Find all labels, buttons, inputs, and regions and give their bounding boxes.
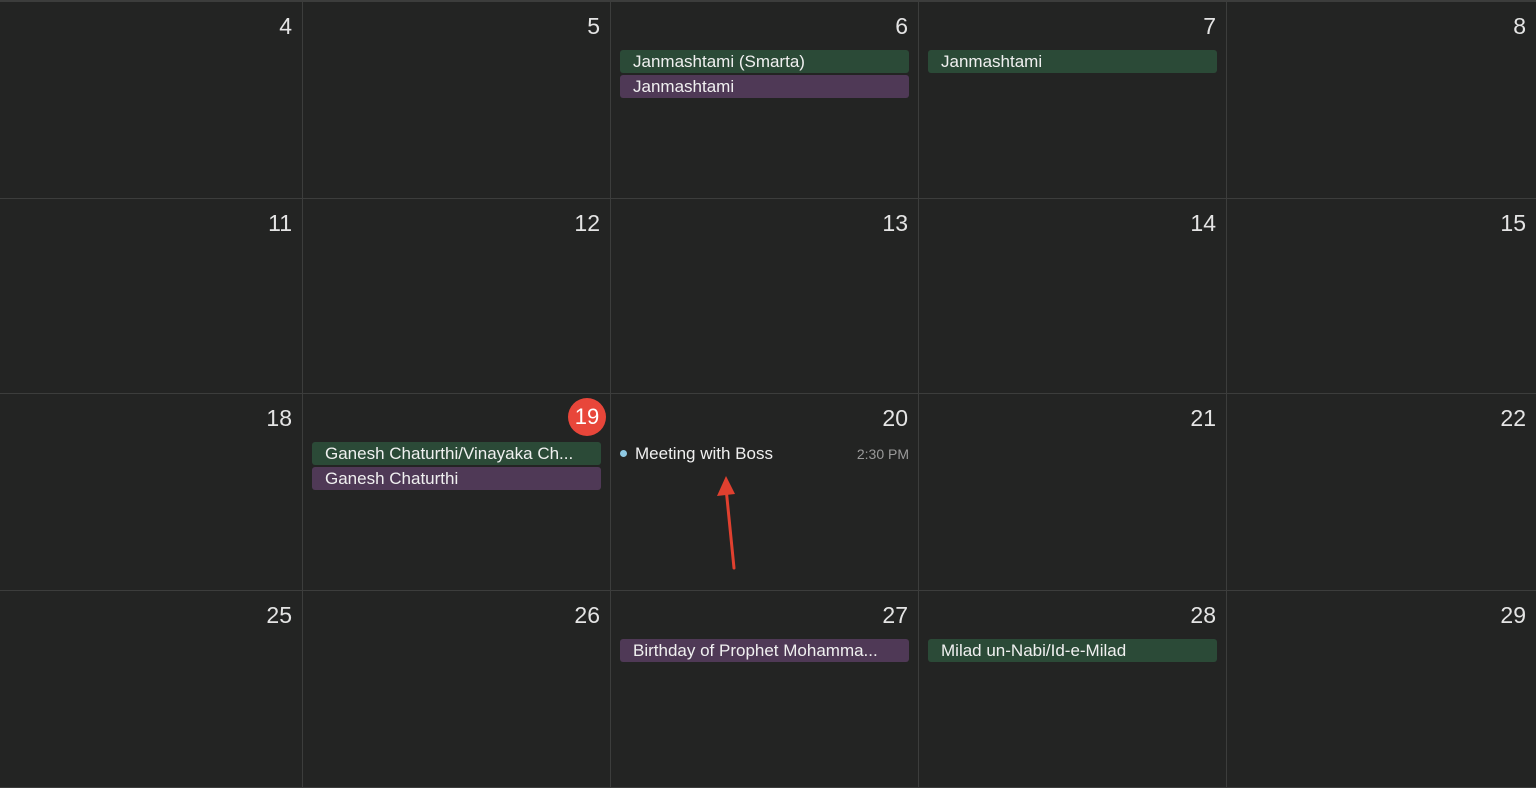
day-cell-29[interactable]: 29 — [1227, 591, 1536, 788]
day-cell-14[interactable]: 14 — [919, 199, 1227, 394]
event-title: Ganesh Chaturthi — [325, 468, 459, 488]
event-list: Birthday of Prophet Mohamma... — [620, 639, 909, 662]
day-cell-7[interactable]: 7 Janmashtami — [919, 2, 1227, 199]
all-day-event[interactable]: Milad un-Nabi/Id-e-Milad — [928, 639, 1217, 662]
day-number: 4 — [279, 13, 292, 39]
day-cell-28[interactable]: 28 Milad un-Nabi/Id-e-Milad — [919, 591, 1227, 788]
event-title: Milad un-Nabi/Id-e-Milad — [941, 640, 1127, 660]
all-day-event[interactable]: Janmashtami — [928, 50, 1217, 73]
day-cell-27[interactable]: 27 Birthday of Prophet Mohamma... — [611, 591, 919, 788]
day-number: 14 — [1190, 210, 1216, 236]
event-title: Birthday of Prophet Mohamma... — [633, 640, 878, 660]
day-number: 27 — [882, 602, 908, 628]
event-title: Janmashtami — [941, 51, 1043, 71]
event-list: Ganesh Chaturthi/Vinayaka Ch... Ganesh C… — [312, 442, 601, 490]
day-cell-13[interactable]: 13 — [611, 199, 919, 394]
day-number: 29 — [1500, 602, 1526, 628]
event-title: Meeting with Boss — [635, 443, 773, 463]
day-number: 12 — [574, 210, 600, 236]
event-title: Janmashtami (Smarta) — [633, 51, 805, 71]
all-day-event[interactable]: Janmashtami — [620, 75, 909, 98]
day-cell-12[interactable]: 12 — [303, 199, 611, 394]
day-cell-25[interactable]: 25 — [0, 591, 303, 788]
calendar-dot-icon — [620, 450, 627, 457]
day-number: 21 — [1190, 405, 1216, 431]
day-number: 5 — [587, 13, 600, 39]
day-cell-22[interactable]: 22 — [1227, 394, 1536, 591]
day-number: 15 — [1500, 210, 1526, 236]
day-number: 26 — [574, 602, 600, 628]
event-title: Ganesh Chaturthi/Vinayaka Ch... — [325, 443, 574, 463]
all-day-event[interactable]: Ganesh Chaturthi — [312, 467, 601, 490]
day-cell-21[interactable]: 21 — [919, 394, 1227, 591]
event-list: Janmashtami (Smarta) Janmashtami — [620, 50, 909, 98]
today-badge: 19 — [568, 398, 606, 436]
event-title: Janmashtami — [633, 76, 735, 96]
day-cell-8[interactable]: 8 — [1227, 2, 1536, 199]
day-number: 6 — [895, 13, 908, 39]
day-cell-26[interactable]: 26 — [303, 591, 611, 788]
day-number: 20 — [882, 405, 908, 431]
day-cell-19[interactable]: 19 Ganesh Chaturthi/Vinayaka Ch... Ganes… — [303, 394, 611, 591]
day-number: 22 — [1500, 405, 1526, 431]
day-cell-5[interactable]: 5 — [303, 2, 611, 199]
day-number: 25 — [266, 602, 292, 628]
event-list: Milad un-Nabi/Id-e-Milad — [928, 639, 1217, 662]
day-cell-15[interactable]: 15 — [1227, 199, 1536, 394]
day-cell-18[interactable]: 18 — [0, 394, 303, 591]
day-cell-4[interactable]: 4 — [0, 2, 303, 199]
event-list: Meeting with Boss 2:30 PM — [620, 442, 909, 465]
day-number: 8 — [1513, 13, 1526, 39]
all-day-event[interactable]: Janmashtami (Smarta) — [620, 50, 909, 73]
day-number: 28 — [1190, 602, 1216, 628]
event-list: Janmashtami — [928, 50, 1217, 73]
all-day-event[interactable]: Ganesh Chaturthi/Vinayaka Ch... — [312, 442, 601, 465]
timed-event[interactable]: Meeting with Boss 2:30 PM — [620, 442, 909, 465]
all-day-event[interactable]: Birthday of Prophet Mohamma... — [620, 639, 909, 662]
month-grid: 4 5 6 Janmashtami (Smarta) Janmashtami 7… — [0, 0, 1536, 788]
day-number: 18 — [266, 405, 292, 431]
day-cell-6[interactable]: 6 Janmashtami (Smarta) Janmashtami — [611, 2, 919, 199]
day-cell-11[interactable]: 11 — [0, 199, 303, 394]
day-cell-20[interactable]: 20 Meeting with Boss 2:30 PM — [611, 394, 919, 591]
day-number: 7 — [1203, 13, 1216, 39]
event-time: 2:30 PM — [856, 445, 909, 462]
day-number: 11 — [268, 210, 292, 236]
day-number: 13 — [882, 210, 908, 236]
